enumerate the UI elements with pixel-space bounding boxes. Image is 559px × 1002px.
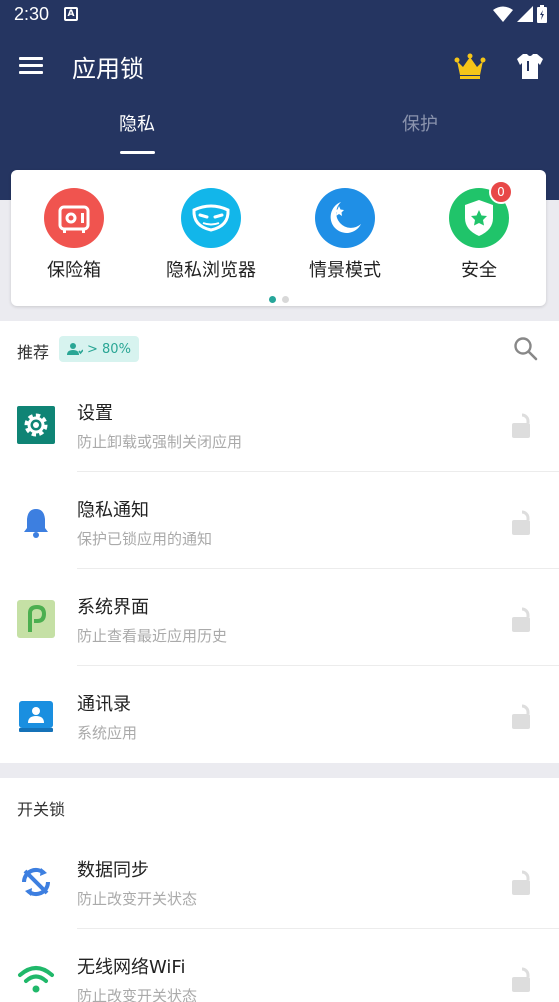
unlock-icon[interactable] <box>508 508 536 538</box>
list-item-data-sync[interactable]: 数据同步 防止改变开关状态 <box>0 832 559 929</box>
mask-icon <box>181 188 241 248</box>
search-icon[interactable] <box>512 335 540 363</box>
row-subtitle: 防止改变开关状态 <box>77 987 198 1002</box>
bell-icon <box>16 502 56 542</box>
contacts-icon <box>16 696 56 736</box>
tab-protect[interactable]: 保护 <box>320 110 520 154</box>
page-dot-active <box>268 296 276 303</box>
row-subtitle: 防止改变开关状态 <box>77 890 198 908</box>
page-indicator <box>11 288 546 307</box>
feature-label: 安全 <box>461 260 497 281</box>
shield-icon: 0 <box>449 180 513 248</box>
feature-scene-mode[interactable]: 情景模式 <box>280 188 410 282</box>
status-time: 2:30 <box>14 4 50 24</box>
recommend-badge: > 80% <box>59 336 139 362</box>
row-subtitle: 保护已锁应用的通知 <box>77 530 213 548</box>
recommended-section: 推荐 > 80% 设置 防止卸载或强制关闭应用 隐私通知 保护已锁应用的通知 系… <box>0 321 559 763</box>
wifi-status-icon <box>493 6 513 22</box>
row-subtitle: 防止卸载或强制关闭应用 <box>77 433 243 451</box>
crown-icon[interactable] <box>452 48 488 84</box>
recommend-badge-text: > 80% <box>87 341 131 357</box>
page-dot <box>281 296 289 303</box>
row-subtitle: 系统应用 <box>77 724 138 742</box>
unlock-icon[interactable] <box>508 411 536 441</box>
sync-icon <box>16 862 56 902</box>
list-item-contacts[interactable]: 通讯录 系统应用 <box>0 666 559 763</box>
shirt-icon[interactable] <box>512 48 548 84</box>
status-icons <box>493 5 547 23</box>
app-bar: 应用锁 <box>0 36 559 96</box>
status-bar: 2:30 A <box>0 0 559 30</box>
unlock-icon[interactable] <box>508 965 536 995</box>
list-item-privacy-notification[interactable]: 隐私通知 保护已锁应用的通知 <box>0 472 559 569</box>
settings-gear-icon <box>16 405 56 445</box>
row-title: 设置 <box>77 403 113 424</box>
switch-lock-section: 开关锁 数据同步 防止改变开关状态 无线网络WiFi 防止改变开关状态 <box>0 778 559 1002</box>
status-a-icon: A <box>64 7 78 21</box>
row-title: 无线网络WiFi <box>77 957 186 978</box>
tab-indicator <box>120 151 155 154</box>
row-title: 系统界面 <box>77 597 149 618</box>
feature-label: 情景模式 <box>309 260 381 281</box>
feature-label: 隐私浏览器 <box>166 260 256 281</box>
feature-security[interactable]: 0 安全 <box>414 180 544 282</box>
safe-icon <box>44 188 104 248</box>
list-item-wifi[interactable]: 无线网络WiFi 防止改变开关状态 <box>0 929 559 1002</box>
notification-badge: 0 <box>489 180 513 204</box>
section-header: 推荐 > 80% <box>0 321 559 375</box>
android-p-icon <box>16 599 56 639</box>
feature-safe[interactable]: 保险箱 <box>9 188 139 282</box>
app-title: 应用锁 <box>72 55 144 83</box>
users-icon <box>67 343 83 355</box>
moon-icon <box>315 188 375 248</box>
unlock-icon[interactable] <box>508 868 536 898</box>
menu-icon[interactable] <box>14 48 48 82</box>
battery-icon <box>537 5 547 23</box>
feature-browser[interactable]: 隐私浏览器 <box>146 188 276 282</box>
tab-privacy[interactable]: 隐私 <box>37 110 237 154</box>
feature-card: 保险箱 隐私浏览器 情景模式 0 安全 <box>11 170 546 306</box>
row-title: 数据同步 <box>77 860 149 881</box>
section-title: 推荐 <box>17 343 50 362</box>
list-item-system-ui[interactable]: 系统界面 防止查看最近应用历史 <box>0 569 559 666</box>
wifi-icon <box>16 959 56 999</box>
section-header: 开关锁 <box>0 778 559 832</box>
row-title: 通讯录 <box>77 694 131 715</box>
section-title: 开关锁 <box>17 800 66 819</box>
list-item-settings[interactable]: 设置 防止卸载或强制关闭应用 <box>0 375 559 472</box>
row-subtitle: 防止查看最近应用历史 <box>77 627 228 645</box>
feature-label: 保险箱 <box>47 260 101 281</box>
tab-bar: 隐私 保护 <box>0 110 559 160</box>
signal-icon <box>517 6 533 22</box>
unlock-icon[interactable] <box>508 605 536 635</box>
row-title: 隐私通知 <box>77 500 149 521</box>
unlock-icon[interactable] <box>508 702 536 732</box>
